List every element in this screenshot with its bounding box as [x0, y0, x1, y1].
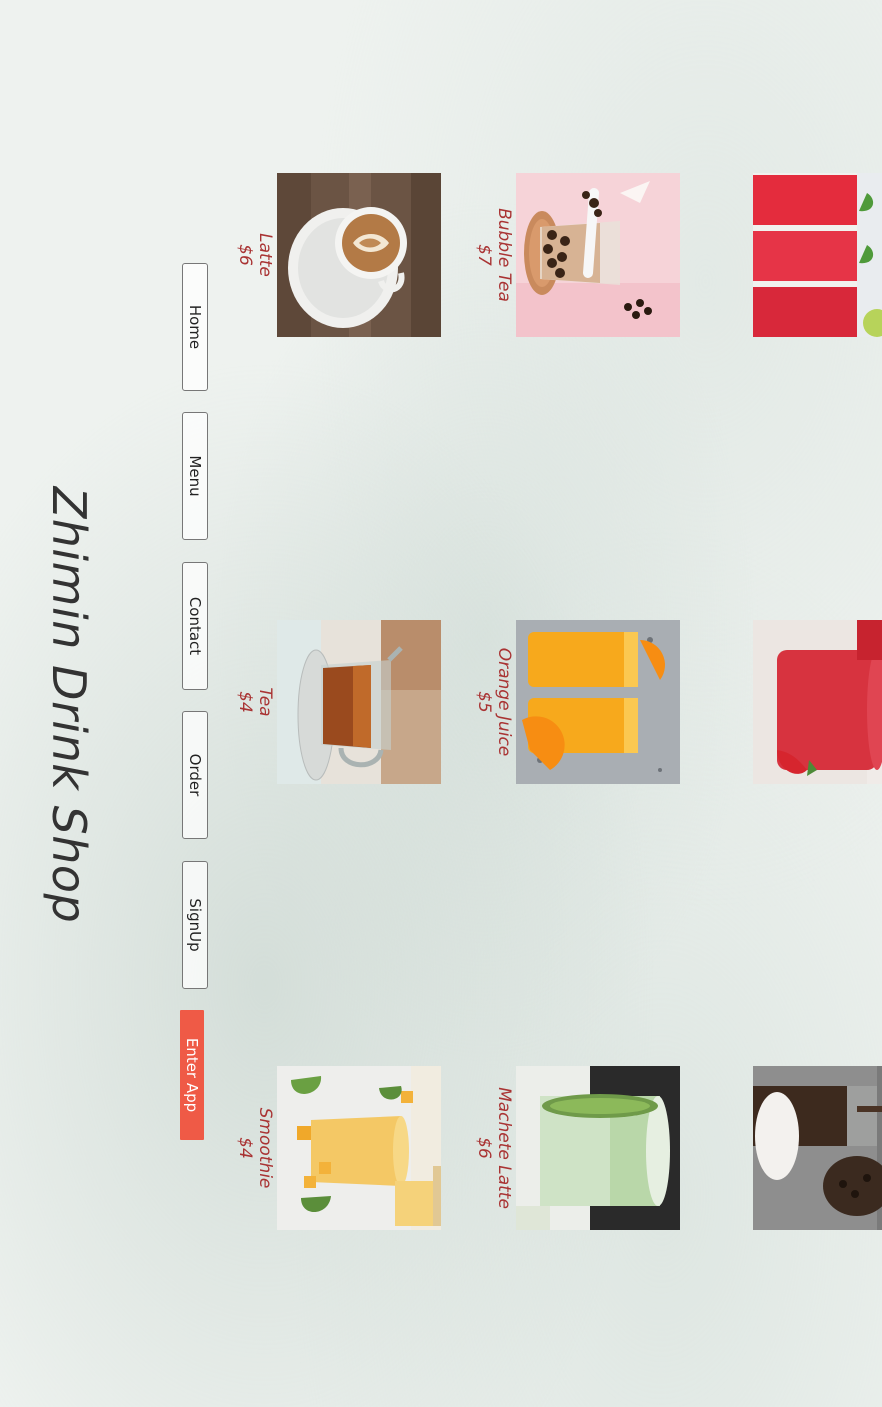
drink-caption: Bubble Tea $7 — [474, 173, 514, 337]
page-title: Zhimin Drink Shop — [42, 486, 96, 924]
menu-button[interactable]: Menu — [182, 412, 208, 540]
latte-image — [277, 173, 441, 337]
strawberry-juice-image — [753, 620, 882, 784]
bubble-tea-image — [516, 173, 680, 337]
drink-price: $5 — [474, 691, 494, 713]
drink-card-watermelon-juice[interactable] — [753, 173, 882, 337]
drink-price: $6 — [235, 244, 255, 266]
order-button[interactable]: Order — [182, 711, 208, 839]
drink-name: Orange Juice — [494, 647, 514, 757]
drink-card-orange-juice[interactable]: Orange Juice $5 — [474, 620, 680, 784]
drink-card-strawberry-juice[interactable] — [753, 620, 882, 784]
drink-caption: Machete Latte $6 — [474, 1066, 514, 1230]
drink-caption: Orange Juice $5 — [474, 620, 514, 784]
drink-card-latte[interactable]: Latte $6 — [235, 173, 441, 337]
drink-card-smoothie[interactable]: Smoothie $4 — [235, 1066, 441, 1230]
matcha-latte-image — [516, 1066, 680, 1230]
drink-price: $4 — [235, 1137, 255, 1159]
drink-name: Tea — [255, 687, 275, 717]
drink-caption: Tea $4 — [235, 620, 275, 784]
orange-juice-image — [516, 620, 680, 784]
drink-price: $6 — [474, 1137, 494, 1159]
drink-name: Latte — [255, 233, 275, 277]
contact-button[interactable]: Contact — [182, 562, 208, 690]
home-button[interactable]: Home — [182, 263, 208, 391]
drink-name: Smoothie — [255, 1107, 275, 1189]
watermelon-juice-image — [753, 173, 882, 337]
signup-button[interactable]: SignUp — [182, 861, 208, 989]
drink-card-bubble-tea[interactable]: Bubble Tea $7 — [474, 173, 680, 337]
drink-caption: Smoothie $4 — [235, 1066, 275, 1230]
enter-app-button[interactable]: Enter App — [180, 1010, 204, 1140]
drink-name: Machete Latte — [494, 1087, 514, 1209]
iced-coffee-image — [753, 1066, 882, 1230]
drink-name: Bubble Tea — [494, 208, 514, 302]
drink-caption: Latte $6 — [235, 173, 275, 337]
smoothie-image — [277, 1066, 441, 1230]
drink-card-machete-latte[interactable]: Machete Latte $6 — [474, 1066, 680, 1230]
drink-card-iced-coffee[interactable] — [753, 1066, 882, 1230]
tea-image — [277, 620, 441, 784]
drink-card-tea[interactable]: Tea $4 — [235, 620, 441, 784]
drink-price: $4 — [235, 691, 255, 713]
page-content: Zhimin Drink Shop Home Menu Contact Orde… — [0, 0, 882, 1407]
drink-price: $7 — [474, 244, 494, 266]
